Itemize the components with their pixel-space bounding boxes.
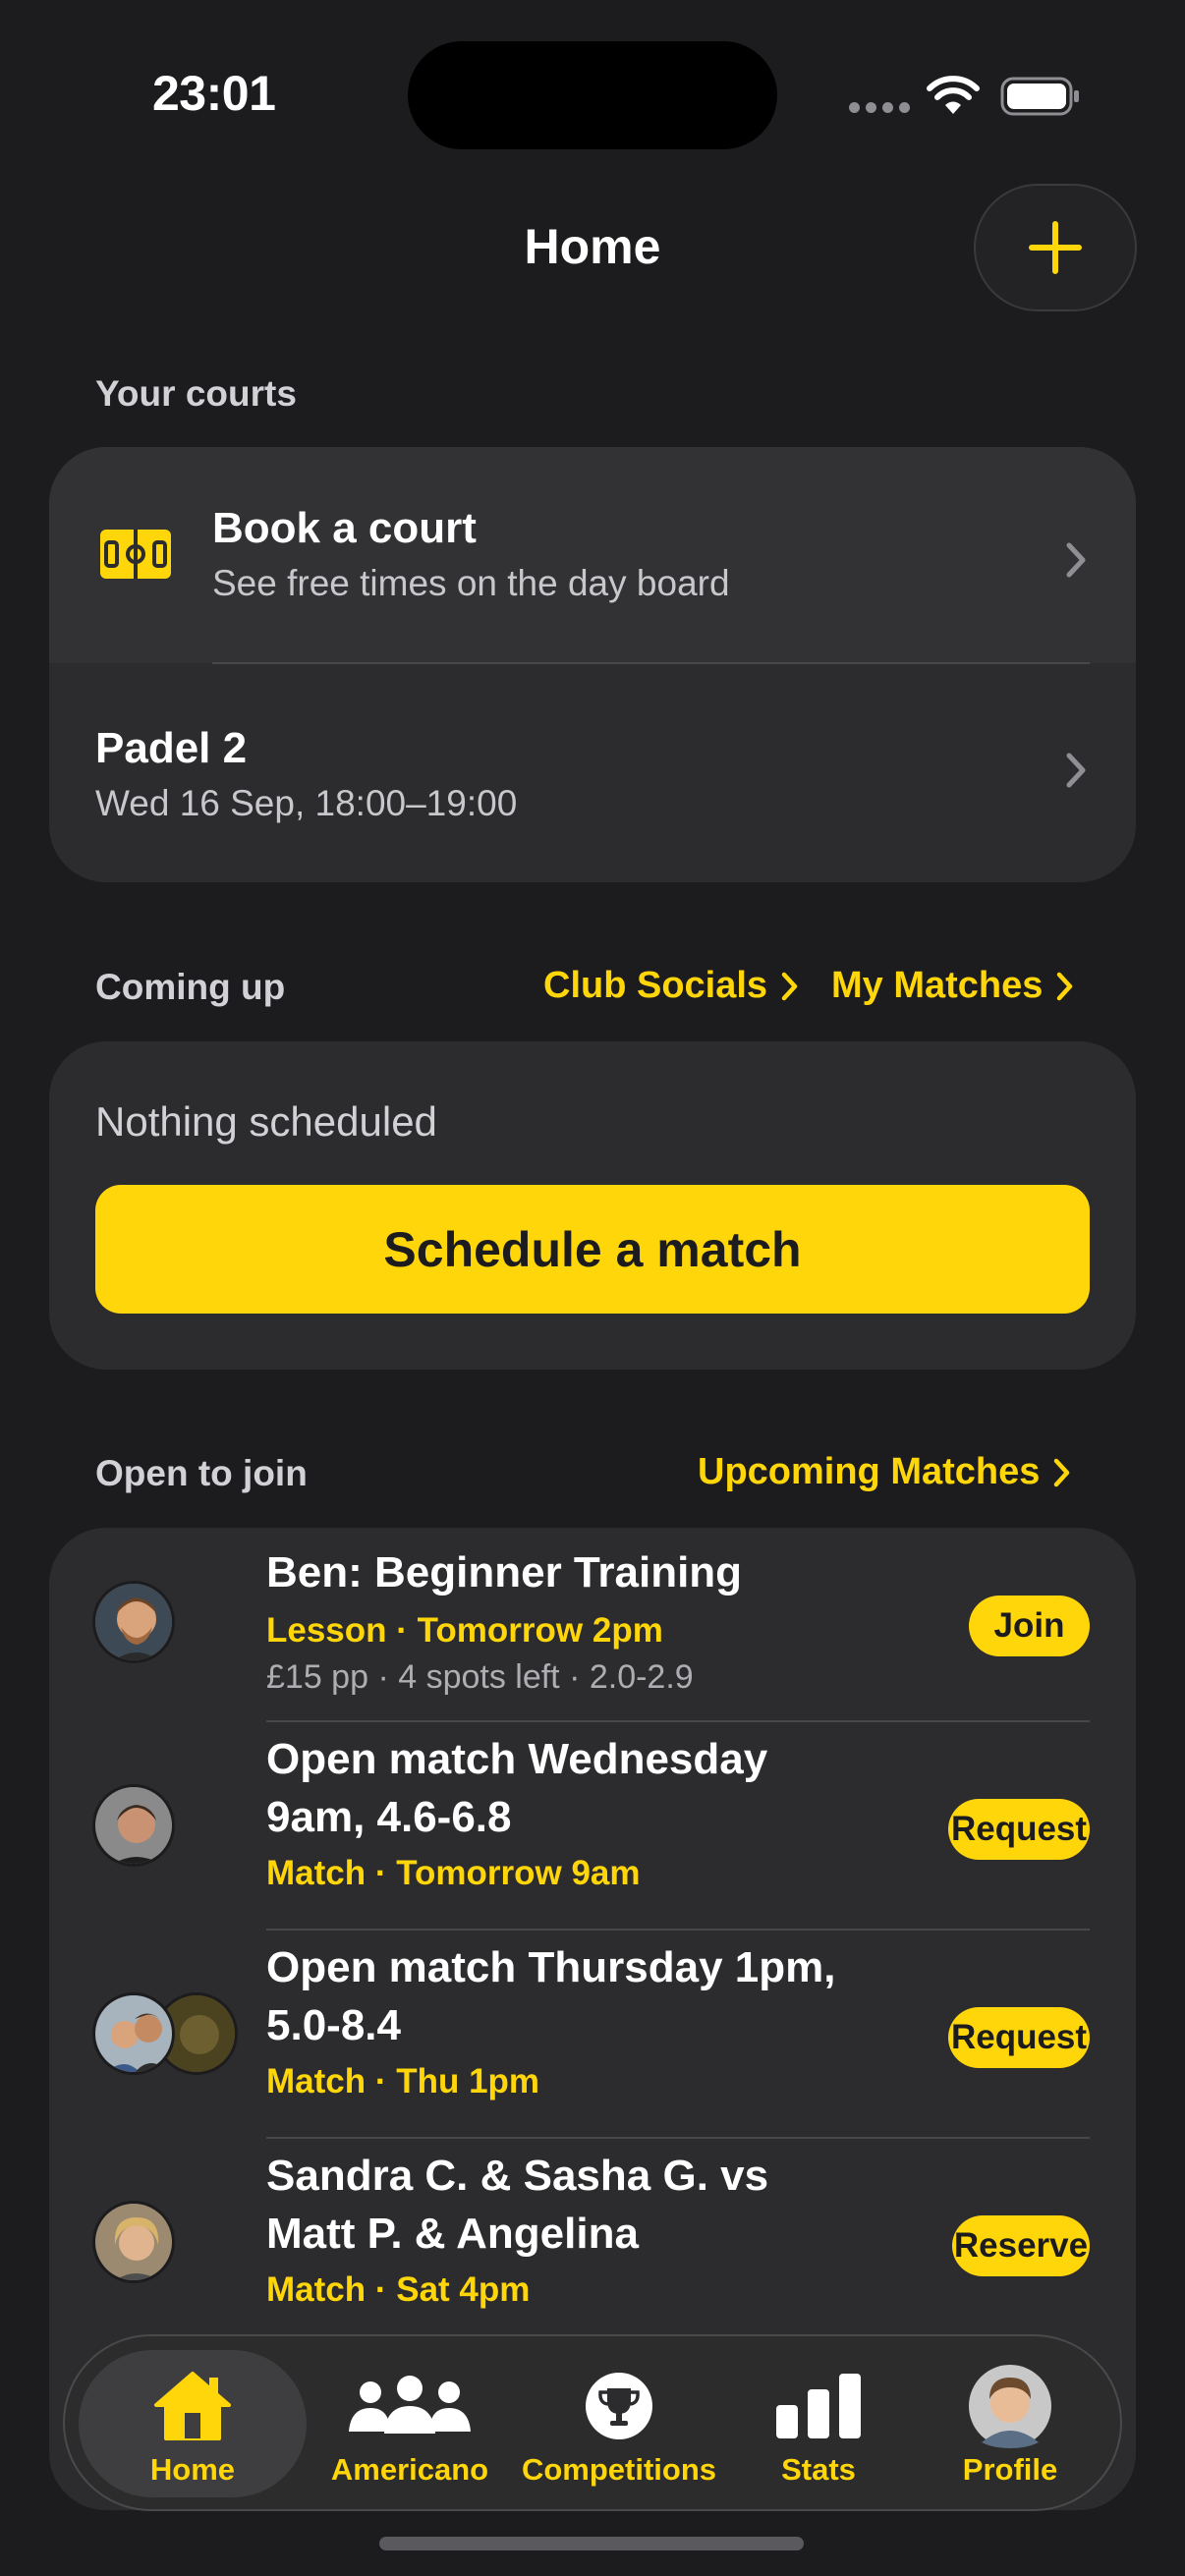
dynamic-island (408, 41, 777, 149)
item-title-line-1: Open match Thursday 1pm, (266, 1943, 836, 1991)
item-meta: Lesson · Tomorrow 2pm (266, 1611, 663, 1650)
status-time: 23:01 (152, 66, 276, 121)
avatar (969, 2365, 1051, 2448)
avatar (92, 2201, 175, 2283)
booking-time: Wed 16 Sep, 18:00–19:00 (95, 783, 518, 823)
book-court-subtitle: See free times on the day board (212, 563, 730, 603)
item-details: £15 pp · 4 spots left · 2.0-2.9 (266, 1658, 694, 1696)
section-label-courts: Your courts (95, 373, 297, 414)
request-button[interactable]: Request (948, 2007, 1090, 2068)
battery-icon (1000, 77, 1079, 116)
join-button[interactable]: Join (969, 1596, 1090, 1656)
tab-profile[interactable]: Profile (912, 2336, 1108, 2513)
item-title-line-1: Sandra C. & Sasha G. vs (266, 2152, 769, 2200)
book-court-row[interactable]: Book a court See free times on the day b… (49, 447, 1136, 663)
my-matches-link[interactable]: My Matches (831, 965, 1074, 1007)
house-icon (154, 2372, 231, 2440)
list-item[interactable]: Open match Thursday 1pm, 5.0-8.4 Match ·… (49, 1931, 1136, 2137)
avatar (92, 1784, 175, 1867)
chevron-right-icon (1054, 1458, 1070, 1486)
tab-home[interactable]: Home (79, 2336, 307, 2513)
tab-label: Stats (781, 2452, 856, 2487)
coming-up-card: Nothing scheduled Schedule a match (49, 1041, 1136, 1370)
tab-competitions[interactable]: Competitions (513, 2336, 725, 2513)
section-label-open-to-join: Open to join (95, 1453, 308, 1493)
chevron-right-icon (781, 972, 798, 1000)
club-socials-label: Club Socials (543, 965, 768, 1006)
chevron-right-icon (1057, 972, 1073, 1000)
tab-bar: Home Americano Competitions Stats Profil… (63, 2334, 1122, 2511)
schedule-match-button[interactable]: Schedule a match (95, 1185, 1090, 1314)
item-meta: Match · Sat 4pm (266, 2270, 531, 2309)
club-socials-link[interactable]: Club Socials (543, 965, 799, 1007)
people-icon (349, 2376, 471, 2434)
item-title-line-2: 5.0-8.4 (266, 2001, 401, 2049)
item-title-line-1: Open match Wednesday (266, 1735, 768, 1783)
add-button[interactable] (974, 184, 1137, 311)
upcoming-matches-link[interactable]: Upcoming Matches (698, 1451, 1071, 1493)
booking-row-padel-2[interactable]: Padel 2 Wed 16 Sep, 18:00–19:00 (49, 665, 1136, 882)
home-indicator (379, 2537, 804, 2550)
list-item[interactable]: Open match Wednesday 9am, 4.6-6.8 Match … (49, 1722, 1136, 1929)
upcoming-matches-label: Upcoming Matches (698, 1451, 1041, 1492)
chevron-right-icon (1066, 542, 1086, 578)
courts-card: Book a court See free times on the day b… (49, 447, 1136, 882)
cellular-signal-icon (849, 102, 910, 113)
item-title-line-2: Matt P. & Angelina (266, 2210, 639, 2258)
item-meta: Match · Tomorrow 9am (266, 1854, 641, 1892)
booking-court-name: Padel 2 (95, 724, 248, 772)
tab-label: Home (149, 2452, 236, 2487)
item-meta: Match · Thu 1pm (266, 2062, 540, 2100)
divider (212, 662, 1090, 664)
request-button[interactable]: Request (948, 1799, 1090, 1860)
tab-label: Americano (330, 2452, 489, 2487)
trophy-icon (586, 2373, 652, 2439)
bar-chart-icon (776, 2374, 861, 2438)
book-court-title: Book a court (212, 504, 477, 552)
avatar (92, 1581, 175, 1663)
list-item[interactable]: Sandra C. & Sasha G. vs Matt P. & Angeli… (49, 2139, 1136, 2345)
section-label-coming-up: Coming up (95, 967, 286, 1007)
tab-stats[interactable]: Stats (725, 2336, 912, 2513)
list-item[interactable]: Ben: Beginner Training Lesson · Tomorrow… (49, 1528, 1136, 1721)
chevron-right-icon (1066, 753, 1086, 788)
reserve-button[interactable]: Reserve (952, 2215, 1090, 2276)
empty-state-text: Nothing scheduled (95, 1098, 437, 1145)
item-title-line-2: 9am, 4.6-6.8 (266, 1793, 512, 1841)
item-title: Ben: Beginner Training (266, 1548, 743, 1596)
tab-label: Profile (962, 2452, 1058, 2487)
avatar (92, 1992, 175, 2075)
plus-icon (1029, 221, 1082, 274)
tab-americano[interactable]: Americano (307, 2336, 513, 2513)
wifi-icon (927, 76, 980, 114)
court-icon (100, 530, 171, 579)
my-matches-label: My Matches (831, 965, 1044, 1006)
tab-label: Competitions (521, 2452, 717, 2487)
